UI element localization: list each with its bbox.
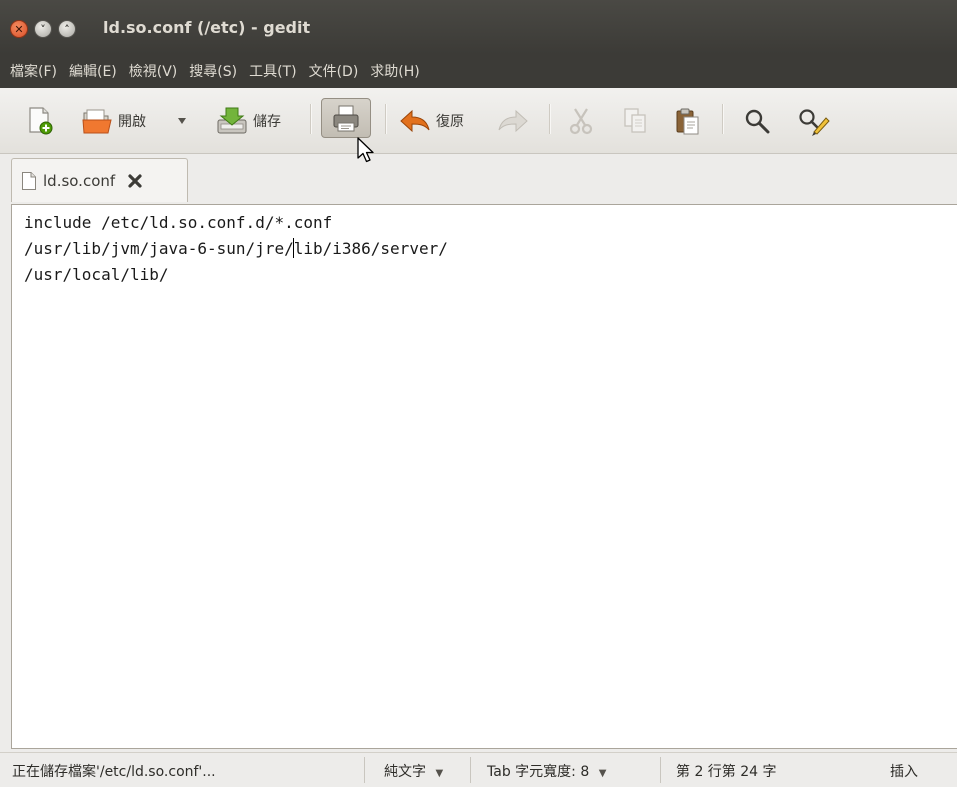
window-title: ld.so.conf (/etc) - gedit	[103, 18, 311, 37]
menu-search[interactable]: 搜尋(S)	[183, 61, 243, 81]
chevron-down-icon	[178, 118, 186, 124]
toolbar-separator	[310, 104, 312, 134]
menu-help[interactable]: 求助(H)	[364, 61, 425, 81]
close-icon[interactable]: ✕	[10, 20, 28, 38]
folder-open-icon	[82, 109, 112, 134]
search-icon	[745, 109, 770, 134]
title-bar: ✕ ˅ ˄ ld.so.conf (/etc) - gedit	[0, 0, 957, 54]
menu-file[interactable]: 檔案(F)	[4, 61, 63, 81]
menu-tools[interactable]: 工具(T)	[243, 61, 302, 81]
language-selector[interactable]: 純文字 ▼	[384, 761, 443, 781]
menu-bar: 檔案(F) 編輯(E) 檢視(V) 搜尋(S) 工具(T) 文件(D) 求助(H…	[0, 54, 957, 88]
open-label: 開啟	[118, 114, 146, 130]
scissors-icon	[569, 108, 593, 135]
editor-line: /usr/local/lib/	[24, 265, 169, 284]
paste-clipboard-icon	[676, 108, 699, 135]
language-label: 純文字	[384, 764, 426, 780]
copy-button[interactable]	[620, 102, 650, 140]
minimize-icon[interactable]: ˅	[34, 20, 52, 38]
open-recent-dropdown[interactable]	[176, 102, 188, 140]
new-document-icon	[29, 107, 53, 135]
menu-edit[interactable]: 編輯(E)	[63, 61, 123, 81]
paste-button[interactable]	[672, 102, 702, 140]
status-separator	[470, 757, 471, 783]
print-button[interactable]	[321, 98, 371, 138]
chevron-down-icon: ▼	[598, 768, 607, 779]
text-cursor	[293, 238, 294, 258]
close-tab-icon[interactable]	[127, 173, 143, 189]
editor-line: include /etc/ld.so.conf.d/*.conf	[24, 213, 333, 232]
open-button[interactable]: 開啟	[80, 102, 146, 140]
text-editor[interactable]: include /etc/ld.so.conf.d/*.conf /usr/li…	[11, 204, 957, 749]
undo-button[interactable]: 復原	[398, 102, 464, 140]
tab-width-label: Tab 字元寬度: 8	[487, 764, 590, 780]
toolbar-separator	[722, 104, 724, 134]
save-icon	[217, 107, 247, 134]
insert-mode: 插入	[890, 764, 918, 780]
cut-button[interactable]	[566, 102, 596, 140]
copy-icon	[624, 108, 646, 133]
save-button[interactable]: 儲存	[215, 102, 281, 140]
find-replace-button[interactable]	[796, 102, 830, 140]
tab-width-selector[interactable]: Tab 字元寬度: 8 ▼	[487, 761, 606, 781]
tab-label: ld.so.conf	[43, 171, 116, 190]
menu-view[interactable]: 檢視(V)	[123, 61, 184, 81]
find-button[interactable]	[742, 102, 772, 140]
menu-documents[interactable]: 文件(D)	[303, 61, 365, 81]
maximize-icon[interactable]: ˄	[58, 20, 76, 38]
editor-line: /usr/lib/jvm/java-6-sun/jre/lib/i386/ser…	[24, 239, 448, 258]
chevron-down-icon: ▼	[435, 768, 444, 779]
tab-strip: ld.so.conf	[0, 154, 957, 204]
find-replace-icon	[799, 109, 830, 136]
status-separator	[364, 757, 365, 783]
redo-arrow-icon	[498, 109, 528, 133]
cursor-position: 第 2 行第 24 字	[676, 764, 777, 780]
undo-arrow-icon	[400, 109, 430, 133]
new-document-button[interactable]	[26, 102, 54, 140]
toolbar-separator	[385, 104, 387, 134]
document-icon	[22, 171, 36, 190]
undo-label: 復原	[436, 114, 464, 130]
mouse-pointer-icon	[357, 137, 374, 163]
toolbar: 開啟 儲存 復原	[0, 88, 957, 154]
status-separator	[660, 757, 661, 783]
save-label: 儲存	[253, 114, 281, 130]
tab-ld-so-conf[interactable]: ld.so.conf	[11, 158, 188, 202]
toolbar-separator	[549, 104, 551, 134]
redo-button[interactable]	[496, 102, 530, 140]
printer-icon	[333, 105, 359, 132]
status-bar: 正在儲存檔案'/etc/ld.so.conf'... 純文字 ▼ Tab 字元寬…	[0, 752, 957, 787]
gedit-window: ✕ ˅ ˄ ld.so.conf (/etc) - gedit 檔案(F) 編輯…	[0, 0, 957, 787]
status-message: 正在儲存檔案'/etc/ld.so.conf'...	[12, 764, 216, 780]
